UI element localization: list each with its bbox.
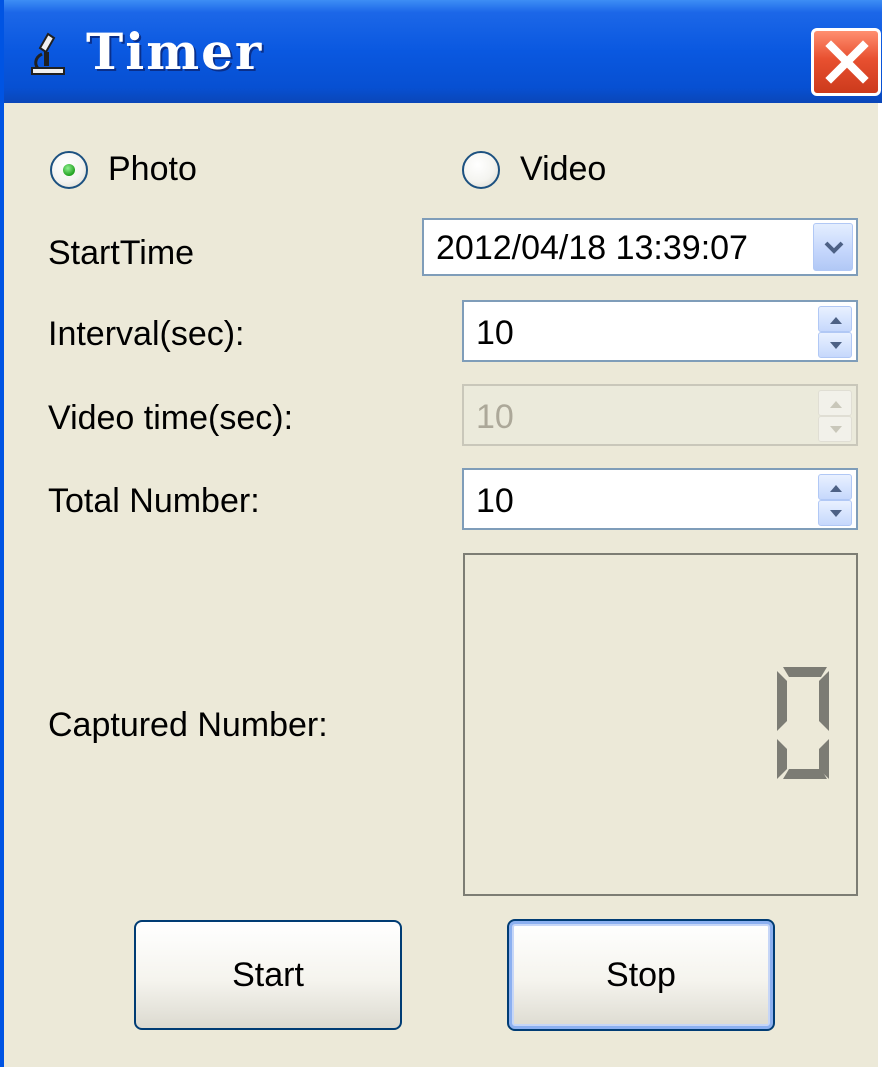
start-time-label: StartTime — [48, 234, 195, 272]
video-time-value: 10 — [476, 398, 514, 436]
digit-segments — [777, 667, 829, 779]
radio-photo-label: Photo — [108, 150, 197, 188]
arrow-down-icon — [830, 510, 842, 517]
title-bar[interactable]: Timer — [4, 0, 882, 103]
arrow-down-icon — [830, 342, 842, 349]
total-number-value: 10 — [476, 482, 514, 520]
arrow-up-icon — [830, 401, 842, 408]
chevron-down-icon — [824, 241, 844, 254]
timer-window: Timer Photo Video StartTime 2012/04/18 1… — [0, 0, 882, 1067]
video-time-label: Video time(sec): — [48, 399, 294, 437]
radio-video-label: Video — [520, 150, 607, 188]
stop-button-label: Stop — [606, 956, 676, 994]
captured-number-label: Captured Number: — [48, 706, 328, 744]
total-number-input[interactable]: 10 — [462, 468, 858, 530]
total-number-label: Total Number: — [48, 482, 260, 520]
interval-value: 10 — [476, 314, 514, 352]
interval-decrement-button[interactable] — [818, 332, 852, 358]
microscope-icon — [28, 30, 68, 78]
start-button[interactable]: Start — [134, 920, 402, 1030]
video-time-increment-button — [818, 390, 852, 416]
total-number-stepper[interactable] — [818, 474, 852, 526]
interval-input[interactable]: 10 — [462, 300, 858, 362]
total-number-increment-button[interactable] — [818, 474, 852, 500]
arrow-up-icon — [830, 317, 842, 324]
radio-video-button[interactable] — [462, 151, 500, 189]
start-time-value: 2012/04/18 13:39:07 — [436, 229, 748, 267]
video-time-stepper — [818, 390, 852, 442]
window-title: Timer — [86, 22, 264, 81]
interval-stepper[interactable] — [818, 306, 852, 358]
arrow-down-icon — [830, 426, 842, 433]
captured-number-display — [463, 553, 858, 896]
start-button-label: Start — [232, 956, 304, 994]
close-button[interactable] — [811, 28, 881, 96]
video-time-input: 10 — [462, 384, 858, 446]
stop-button[interactable]: Stop — [507, 919, 775, 1031]
seven-segment-digit — [777, 667, 829, 779]
radio-selected-dot — [63, 164, 75, 176]
arrow-up-icon — [830, 485, 842, 492]
radio-photo-button[interactable] — [50, 151, 88, 189]
interval-increment-button[interactable] — [818, 306, 852, 332]
start-time-dropdown-button[interactable] — [813, 223, 853, 271]
start-time-picker[interactable]: 2012/04/18 13:39:07 — [422, 218, 858, 276]
total-number-decrement-button[interactable] — [818, 500, 852, 526]
video-time-decrement-button — [818, 416, 852, 442]
interval-label: Interval(sec): — [48, 315, 245, 353]
